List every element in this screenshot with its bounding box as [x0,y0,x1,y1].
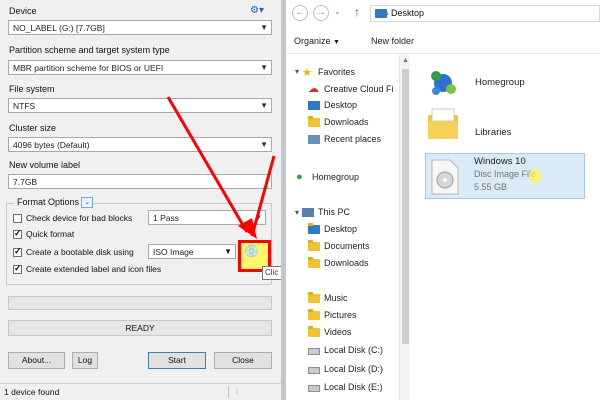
annotation-arrow-line [250,155,276,237]
annotation-overlay [166,96,276,239]
annotation-arrow-line [166,96,249,233]
